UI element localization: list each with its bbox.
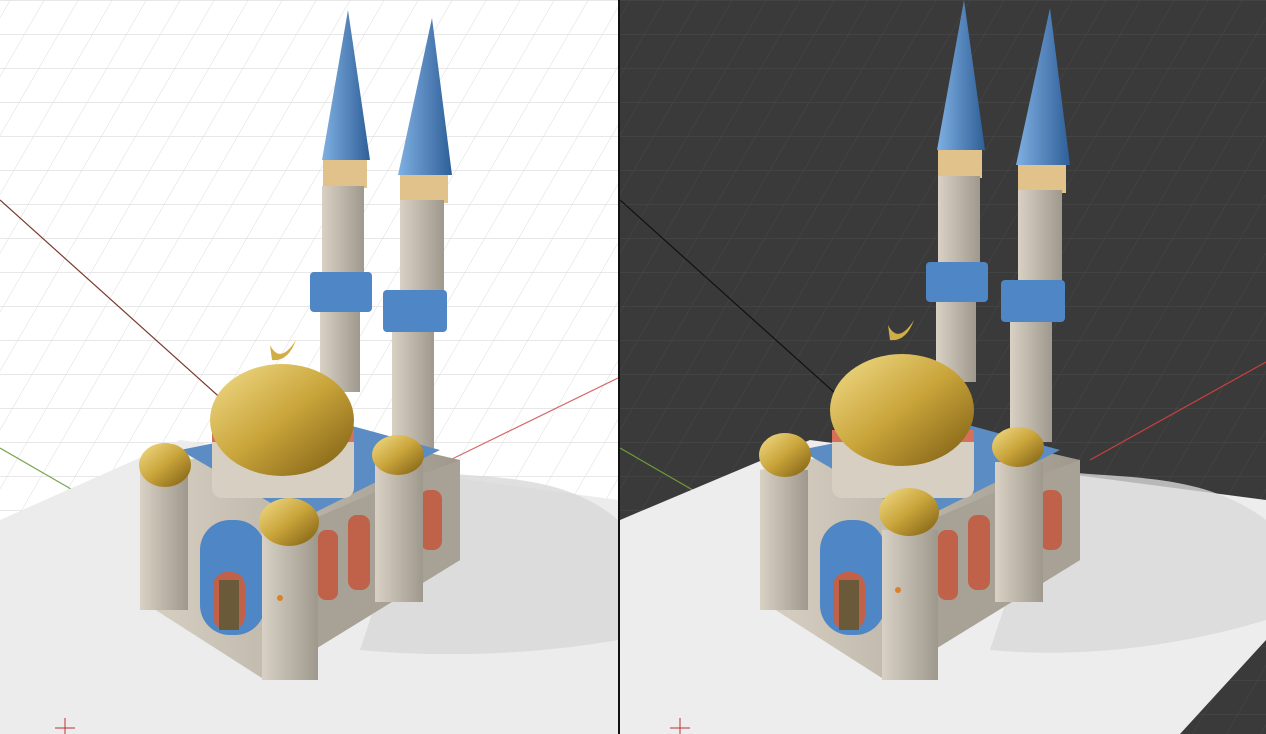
origin-dot — [277, 595, 283, 601]
app-window — [0, 0, 1266, 734]
viewport-dark-canvas[interactable] — [620, 0, 1266, 734]
viewport-light-canvas[interactable] — [0, 0, 618, 734]
viewport-light[interactable] — [0, 0, 618, 734]
viewport-dark[interactable] — [620, 0, 1266, 734]
origin-dot — [895, 587, 901, 593]
